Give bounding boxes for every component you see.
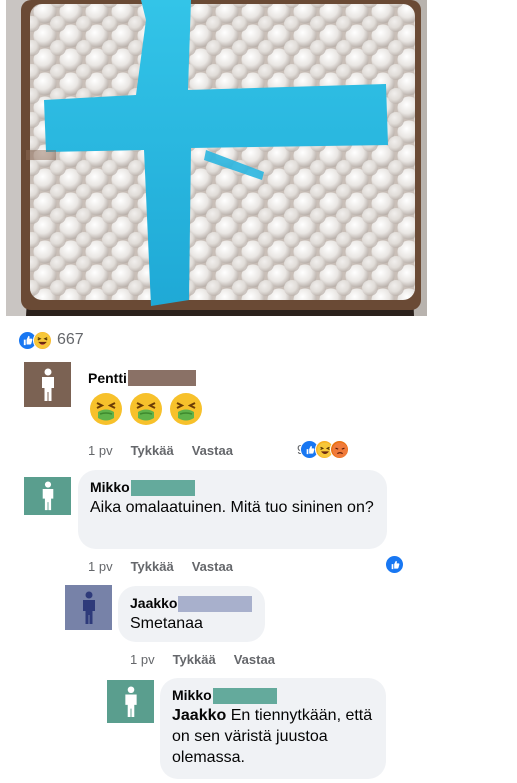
comment-actions: 1 pv Tykkää Vastaa xyxy=(88,559,251,574)
like-link[interactable]: Tykkää xyxy=(131,559,174,574)
post-photo[interactable] xyxy=(6,0,427,316)
comment-emoji xyxy=(88,391,204,427)
comment-reactions[interactable]: 9 xyxy=(297,440,350,459)
comment-author[interactable]: Mikko xyxy=(172,687,374,704)
comment-text: Smetanaa xyxy=(130,615,203,632)
comment-bubble[interactable]: Mikko Aika omalaatuinen. Mitä tuo sinine… xyxy=(78,470,387,549)
comment-age: 1 pv xyxy=(88,443,113,458)
comment-bubble[interactable]: Mikko Jaakko En tiennytkään, että on sen… xyxy=(160,678,386,779)
comment-reactions[interactable] xyxy=(385,555,404,575)
like-icon xyxy=(385,555,404,574)
person-icon xyxy=(42,481,53,511)
comment-actions: 1 pv Tykkää Vastaa xyxy=(130,652,293,667)
post-reaction-summary[interactable]: 667 xyxy=(18,329,84,351)
angry-icon xyxy=(330,440,350,459)
comment-bubble[interactable]: Jaakko Smetanaa xyxy=(118,586,265,642)
like-link[interactable]: Tykkää xyxy=(173,652,216,667)
avatar[interactable] xyxy=(107,680,154,723)
comment-author[interactable]: Mikko xyxy=(90,479,375,496)
nauseated-face-emoji xyxy=(170,393,202,425)
comment-author[interactable]: Jaakko xyxy=(130,595,253,612)
reply-link[interactable]: Vastaa xyxy=(234,652,275,667)
comment-text: Jaakko En tiennytkään, että on sen väris… xyxy=(172,707,373,766)
comment-text: Aika omalaatuinen. Mitä tuo sininen on? xyxy=(90,499,374,516)
nauseated-face-emoji xyxy=(130,393,162,425)
person-icon xyxy=(124,685,137,717)
mention-link[interactable]: Jaakko xyxy=(172,707,226,724)
avatar[interactable] xyxy=(24,362,71,407)
reply-link[interactable]: Vastaa xyxy=(192,559,233,574)
comment-age: 1 pv xyxy=(88,559,113,574)
comment-age: 1 pv xyxy=(130,652,155,667)
redacted-name xyxy=(178,595,253,612)
redacted-name xyxy=(130,479,195,496)
cake-photo-illustration xyxy=(6,0,427,316)
redacted-name xyxy=(127,370,196,386)
avatar[interactable] xyxy=(65,585,112,630)
comment-actions: 1 pv Tykkää Vastaa xyxy=(88,443,251,458)
comment-author[interactable]: Pentti xyxy=(88,370,196,386)
person-icon xyxy=(82,591,95,624)
redacted-name xyxy=(212,687,277,704)
like-link[interactable]: Tykkää xyxy=(131,443,174,458)
nauseated-face-emoji xyxy=(90,393,122,425)
person-icon xyxy=(41,368,54,401)
haha-icon xyxy=(33,330,52,350)
avatar[interactable] xyxy=(24,477,71,515)
reply-link[interactable]: Vastaa xyxy=(192,443,233,458)
reaction-count: 667 xyxy=(57,331,84,348)
